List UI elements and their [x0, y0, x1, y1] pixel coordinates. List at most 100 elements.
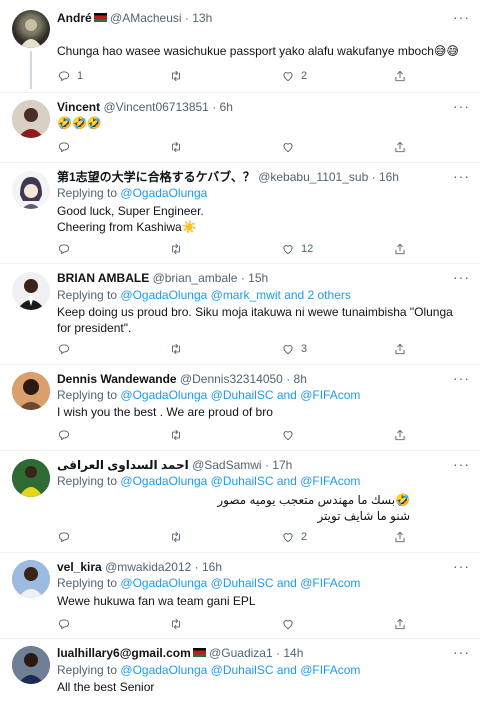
like-button[interactable]: 2	[281, 529, 307, 545]
timestamp[interactable]: 13h	[192, 11, 212, 25]
replying-to-label: Replying to	[57, 388, 118, 402]
like-button[interactable]: 2	[281, 68, 307, 84]
tweet-header: vel_kira @mwakida2012 · 16h	[57, 560, 446, 575]
tweet-header: Dennis Wandewande @Dennis32314050 · 8h	[57, 372, 446, 387]
handle[interactable]: @kebabu_1101_sub	[258, 170, 368, 184]
tweet-header: 第1志望の大学に合格するケバブ、？ @kebabu_1101_sub · 16h	[57, 170, 446, 185]
handle[interactable]: @brian_ambale	[153, 271, 238, 285]
tweet-lualhillary[interactable]: lualhillary6@gmail.com @Guadiza1 · 14h ·…	[0, 639, 480, 707]
avatar[interactable]	[12, 272, 50, 310]
kenya-flag-icon	[192, 647, 206, 658]
retweet-button[interactable]	[169, 241, 183, 257]
retweet-button[interactable]	[169, 68, 183, 84]
replying-to: Replying to @OgadaOlunga @DuhailSC and @…	[57, 388, 360, 403]
mention-link[interactable]: @OgadaOlunga @mark_mwit and 2 others	[120, 288, 350, 302]
mention-link[interactable]: @OgadaOlunga @DuhailSC and @FIFAcom	[120, 576, 360, 590]
heart-icon	[283, 72, 293, 82]
more-icon[interactable]: ···	[453, 644, 470, 660]
display-name[interactable]: احمد السداوى العراقى	[57, 458, 189, 472]
more-icon[interactable]: ···	[453, 168, 470, 184]
handle[interactable]: @Dennis32314050	[180, 372, 283, 386]
tweet-actions: 3	[57, 341, 417, 357]
timestamp[interactable]: 8h	[294, 372, 307, 386]
tweet-actions	[57, 139, 417, 155]
timestamp[interactable]: 15h	[248, 271, 268, 285]
timestamp[interactable]: 14h	[283, 646, 303, 660]
more-icon[interactable]: ···	[453, 370, 470, 386]
display-name[interactable]: 第1志望の大学に合格するケバブ、？	[57, 170, 255, 184]
share-button[interactable]	[393, 529, 407, 545]
more-icon[interactable]: ···	[453, 456, 470, 472]
retweet-button[interactable]	[169, 139, 183, 155]
reply-button[interactable]	[57, 139, 77, 155]
mention-link[interactable]: @OgadaOlunga @DuhailSC and @FIFAcom	[120, 388, 360, 402]
separator-dot: ·	[286, 372, 291, 386]
tweet-actions: 2	[57, 529, 417, 545]
more-icon[interactable]: ···	[453, 98, 470, 114]
retweet-button[interactable]	[169, 529, 183, 545]
share-button[interactable]	[393, 427, 407, 443]
share-button[interactable]	[393, 616, 407, 632]
mention-link[interactable]: @OgadaOlunga @DuhailSC and @FIFAcom	[120, 663, 360, 677]
handle[interactable]: @SadSamwi	[192, 458, 262, 472]
like-button[interactable]	[281, 427, 301, 443]
heart-icon	[283, 620, 293, 630]
display-name[interactable]: Vincent	[57, 100, 100, 114]
share-button[interactable]	[393, 139, 407, 155]
tweet-text: All the best Senior	[57, 680, 155, 694]
retweet-icon	[172, 243, 180, 255]
separator-dot: ·	[371, 170, 376, 184]
handle[interactable]: @AMacheusi	[110, 11, 182, 25]
like-count: 12	[301, 243, 314, 255]
retweet-icon	[172, 141, 180, 153]
more-icon[interactable]: ···	[453, 269, 470, 285]
reply-button[interactable]: 1	[57, 68, 83, 84]
reply-button[interactable]	[57, 241, 77, 257]
timestamp[interactable]: 16h	[202, 560, 222, 574]
display-name[interactable]: lualhillary6@gmail.com	[57, 646, 191, 660]
retweet-button[interactable]	[169, 341, 183, 357]
more-icon[interactable]: ···	[453, 558, 470, 574]
display-name[interactable]: Dennis Wandewande	[57, 372, 177, 386]
tweet-text: Keep doing us proud bro. Siku moja itaku…	[57, 305, 453, 335]
more-icon[interactable]: ···	[453, 9, 470, 25]
mention-link[interactable]: @OgadaOlunga @DuhailSC and @FIFAcom	[120, 474, 360, 488]
timestamp[interactable]: 6h	[220, 100, 233, 114]
like-button[interactable]	[281, 139, 301, 155]
retweet-button[interactable]	[169, 616, 183, 632]
avatar[interactable]	[12, 372, 50, 410]
reply-button[interactable]	[57, 529, 77, 545]
display-name[interactable]: vel_kira	[57, 560, 102, 574]
like-button[interactable]: 3	[281, 341, 307, 357]
separator-dot: ·	[276, 646, 280, 660]
avatar[interactable]	[12, 10, 50, 48]
share-button[interactable]	[393, 241, 407, 257]
share-button[interactable]	[393, 341, 407, 357]
reply-button[interactable]	[57, 341, 77, 357]
timestamp[interactable]: 16h	[379, 170, 399, 184]
avatar[interactable]	[12, 100, 50, 138]
avatar[interactable]	[12, 646, 50, 684]
retweet-button[interactable]	[169, 427, 183, 443]
like-button[interactable]: 12	[281, 241, 313, 257]
like-button[interactable]	[281, 616, 301, 632]
avatar[interactable]	[12, 171, 50, 209]
replying-to-label: Replying to	[57, 474, 118, 488]
share-icon	[395, 243, 405, 255]
tweet-text: Chunga hao wasee wasichukue passport yak…	[57, 44, 459, 58]
avatar[interactable]	[12, 560, 50, 598]
handle[interactable]: @Guadiza1	[209, 646, 273, 660]
display-name[interactable]: BRIAN AMBALE	[57, 271, 149, 285]
tweet-actions: 12	[57, 241, 417, 257]
share-icon	[395, 70, 405, 82]
share-button[interactable]	[393, 68, 407, 84]
tweet-actions: 1 2	[57, 68, 417, 84]
handle[interactable]: @mwakida2012	[105, 560, 191, 574]
reply-button[interactable]	[57, 427, 77, 443]
reply-button[interactable]	[57, 616, 77, 632]
handle[interactable]: @Vincent06713851	[103, 100, 208, 114]
reply-icon	[58, 619, 70, 630]
mention-link[interactable]: @OgadaOlunga	[120, 186, 207, 200]
display-name[interactable]: André	[57, 11, 92, 25]
timestamp[interactable]: 17h	[272, 458, 292, 472]
